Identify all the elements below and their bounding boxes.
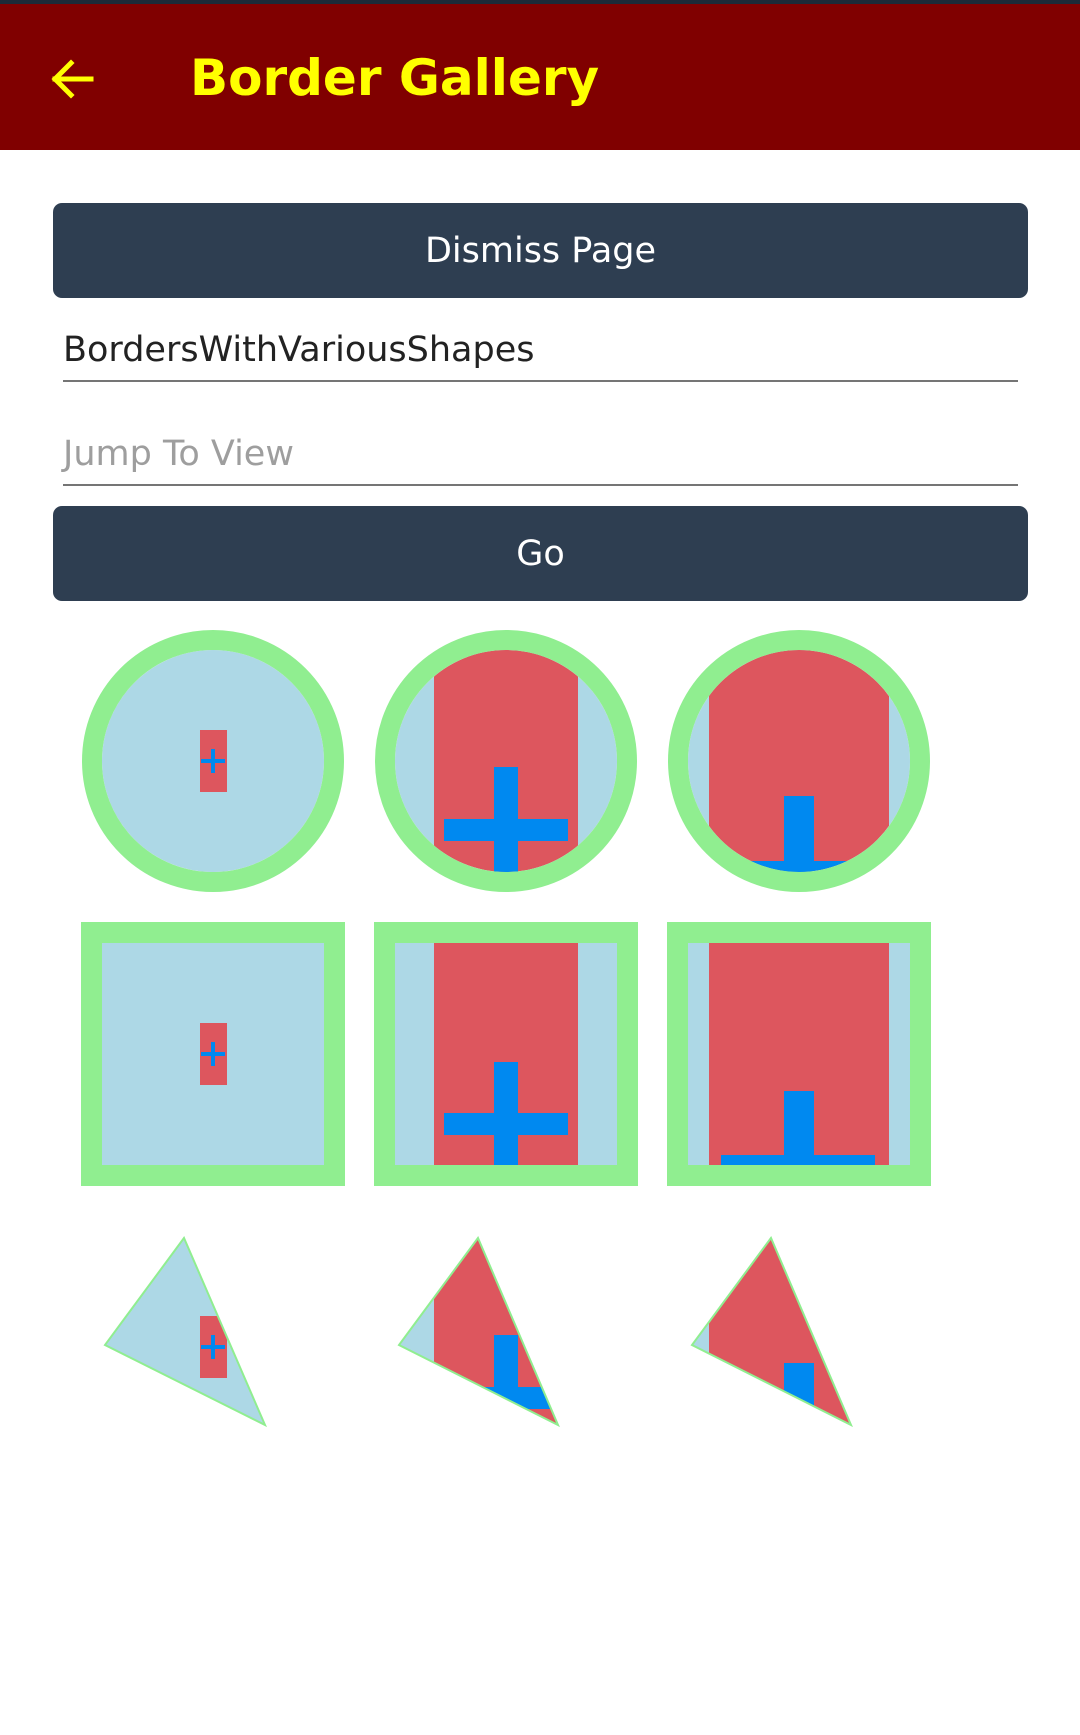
page-name-field[interactable]: BordersWithVariousShapes: [63, 322, 1018, 382]
go-button[interactable]: Go: [53, 506, 1028, 601]
square-border-wide-plus: [374, 922, 638, 1186]
arrow-left-icon: [51, 59, 94, 99]
triangle-border-small-content: [81, 1215, 345, 1479]
circle-border-bottom-plus: [667, 629, 931, 893]
app-bar: Border Gallery: [0, 4, 1080, 150]
back-button[interactable]: [36, 44, 106, 114]
square-border-small-content: [81, 922, 345, 1186]
page-name-value: BordersWithVariousShapes: [63, 330, 535, 370]
square-border-bottom-plus: [667, 922, 931, 1186]
triangle-border-wide-plus: [374, 1215, 638, 1479]
circle-border-small-content: [81, 629, 345, 893]
triangle-border-bottom-plus: [667, 1215, 931, 1479]
circle-border-wide-plus: [374, 629, 638, 893]
jump-to-view-placeholder: Jump To View: [63, 434, 294, 474]
jump-to-view-input[interactable]: Jump To View: [63, 426, 1018, 486]
page-title: Border Gallery: [190, 49, 600, 107]
dismiss-page-button[interactable]: Dismiss Page: [53, 203, 1028, 298]
